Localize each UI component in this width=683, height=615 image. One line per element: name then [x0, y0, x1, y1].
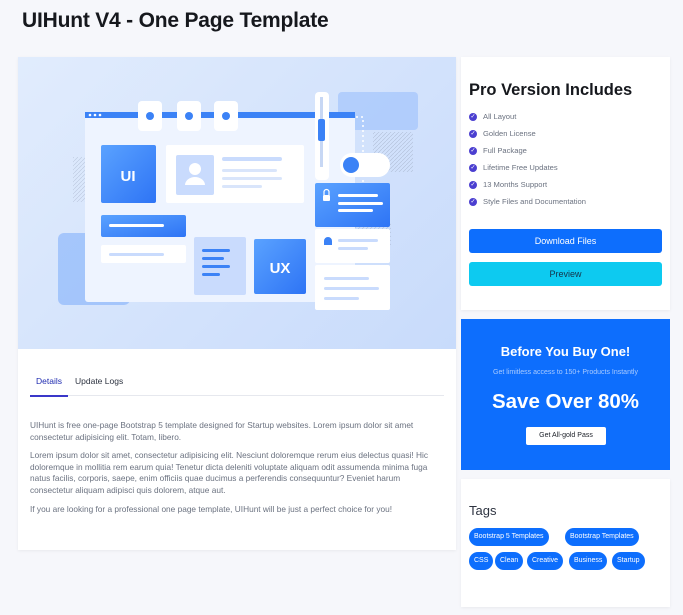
ui-label: UI [121, 168, 136, 185]
get-all-gold-pass-button[interactable]: Get All-gold Pass [526, 427, 606, 445]
tab-update-logs[interactable]: Update Logs [75, 376, 123, 386]
description: UIHunt is free one-page Bootstrap 5 temp… [30, 420, 442, 522]
hero-illustration: UI UX [18, 57, 456, 349]
tag-business[interactable]: Business [569, 552, 608, 570]
ux-label: UX [270, 260, 291, 277]
description-paragraph: UIHunt is free one-page Bootstrap 5 temp… [30, 420, 414, 442]
download-files-button[interactable]: Download Files [469, 229, 662, 253]
description-paragraph: Lorem ipsum dolor sit amet, consectetur … [30, 450, 428, 495]
tab-bar: Details Update Logs [30, 373, 444, 397]
page-title: UIHunt V4 - One Page Template [22, 9, 329, 32]
tag-bootstrap-5-templates[interactable]: Bootstrap 5 Templates [469, 528, 549, 546]
template-details-card: UI UX Details Update Logs UIHunt is free… [18, 57, 456, 550]
list-item: ✓ All Layout [469, 112, 517, 121]
tag-css[interactable]: CSS [469, 552, 494, 570]
tags-title: Tags [469, 503, 497, 518]
list-item: ✓ 13 Months Support [469, 180, 548, 189]
check-icon: ✓ [469, 163, 477, 172]
pro-version-card: Pro Version Includes ✓ All Layout ✓ Golden… [461, 57, 670, 310]
description-paragraph: If you are looking for a professional on… [30, 503, 393, 514]
promo-title: Before You Buy One! [500, 344, 631, 359]
tag-clean[interactable]: Clean [495, 552, 524, 570]
promo-subtitle: Get limitless access to 150+ Products In… [493, 369, 638, 376]
list-item: ✓ Full Package [469, 146, 527, 155]
list-item: ✓ Style Files and Documentation [469, 197, 586, 206]
tags-card: Tags Bootstrap 5 Templates Bootstrap Tem… [461, 479, 670, 607]
check-icon: ✓ [469, 180, 477, 189]
check-icon: ✓ [469, 129, 477, 138]
tab-details[interactable]: Details [30, 376, 68, 397]
ui-ux-illustration: UI UX [58, 92, 418, 310]
pro-feature-list: ✓ All Layout ✓ Golden License ✓ Full Packag… [469, 108, 586, 210]
promo-card: Before You Buy One! Get limitless access… [461, 319, 670, 470]
check-icon: ✓ [469, 197, 477, 206]
tag-creative[interactable]: Creative [527, 552, 564, 570]
preview-button[interactable]: Preview [469, 262, 662, 286]
check-icon: ✓ [469, 112, 477, 121]
pro-title: Pro Version Includes [469, 81, 633, 99]
promo-headline: Save Over 80% [491, 390, 640, 413]
tag-bootstrap-templates[interactable]: Bootstrap Templates [565, 528, 639, 546]
check-icon: ✓ [469, 146, 477, 155]
list-item: ✓ Lifetime Free Updates [469, 163, 558, 172]
list-item: ✓ Golden License [469, 129, 536, 138]
tag-startup[interactable]: Startup [612, 552, 645, 570]
